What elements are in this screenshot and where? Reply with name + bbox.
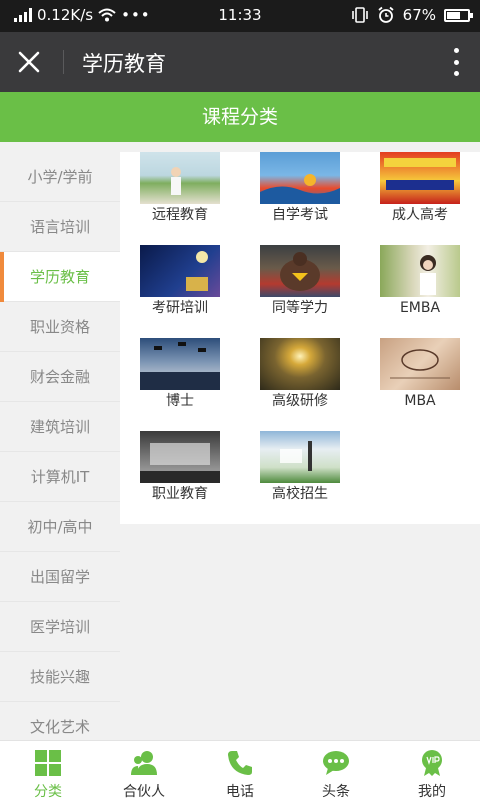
status-bar: 0.12K/s ••• 11:33 67% [0, 0, 480, 32]
vip-badge-icon [422, 750, 442, 776]
title-divider [63, 50, 64, 74]
course-tile-adult-college-exam[interactable]: 成人高考 [360, 152, 480, 242]
sidebar-item-study-abroad[interactable]: 出国留学 [0, 552, 120, 602]
course-thumbnail [140, 245, 220, 297]
course-tile-college-admission[interactable]: 高校招生 [240, 431, 360, 521]
title-bar: 学历教育 [0, 32, 480, 92]
sidebar-item-finance[interactable]: 财会金融 [0, 352, 120, 402]
nav-item-partner[interactable]: 合伙人 [96, 741, 192, 800]
bottom-nav: 分类 合伙人 电话 头条 我的 [0, 740, 480, 800]
alarm-icon [378, 6, 394, 23]
category-sidebar: 小学/学前 语言培训 学历教育 职业资格 财会金融 建筑培训 计算机IT 初中/… [0, 152, 120, 740]
course-label: 职业教育 [152, 486, 208, 502]
nav-label: 合伙人 [123, 784, 165, 800]
vibrate-icon [351, 7, 368, 23]
course-thumbnail [380, 152, 460, 204]
course-tile-vocational-education[interactable]: 职业教育 [120, 431, 240, 521]
course-tile-remote-education[interactable]: 远程教育 [120, 152, 240, 242]
course-tile-mba[interactable]: MBA [360, 338, 480, 428]
course-label: 博士 [166, 393, 194, 409]
sidebar-item-middle-high[interactable]: 初中/高中 [0, 502, 120, 552]
grid-icon [35, 750, 61, 776]
sidebar-item-vocational-cert[interactable]: 职业资格 [0, 302, 120, 352]
sidebar-item-academic[interactable]: 学历教育 [0, 252, 120, 302]
course-tile-equivalent-degree[interactable]: 同等学力 [240, 245, 360, 335]
nav-label: 我的 [418, 784, 446, 800]
close-icon[interactable] [14, 47, 44, 77]
nav-item-phone[interactable]: 电话 [192, 741, 288, 800]
course-label: 自学考试 [272, 207, 328, 223]
course-label: 远程教育 [152, 207, 208, 223]
category-header: 课程分类 [0, 92, 480, 142]
nav-label: 电话 [226, 784, 254, 800]
status-right: 67% [351, 6, 473, 24]
course-thumbnail [260, 431, 340, 483]
page-title: 学历教育 [82, 52, 166, 76]
course-label: 同等学力 [272, 300, 328, 316]
chat-icon [323, 751, 349, 775]
course-grid: 远程教育 自学考试 成人高考 考研培训 同等学力 EMBA 博士 高级研修 MB… [120, 152, 480, 524]
course-tile-postgrad-exam[interactable]: 考研培训 [120, 245, 240, 335]
battery-percent: 67% [402, 6, 436, 24]
course-label: 成人高考 [392, 207, 448, 223]
sidebar-item-skills[interactable]: 技能兴趣 [0, 652, 120, 702]
course-label: 考研培训 [152, 300, 208, 316]
course-tile-advanced-study[interactable]: 高级研修 [240, 338, 360, 428]
course-thumbnail [140, 152, 220, 204]
course-thumbnail [140, 431, 220, 483]
course-thumbnail [380, 338, 460, 390]
nav-item-category[interactable]: 分类 [0, 741, 96, 800]
nav-label: 分类 [34, 784, 62, 800]
nav-label: 头条 [322, 784, 350, 800]
course-tile-doctorate[interactable]: 博士 [120, 338, 240, 428]
sidebar-item-arts[interactable]: 文化艺术 [0, 702, 120, 740]
people-icon [131, 751, 157, 775]
course-tile-self-study-exam[interactable]: 自学考试 [240, 152, 360, 242]
course-label: 高级研修 [272, 393, 328, 409]
nav-item-headlines[interactable]: 头条 [288, 741, 384, 800]
course-thumbnail [260, 152, 340, 204]
more-options-icon[interactable] [452, 48, 460, 76]
nav-item-mine[interactable]: 我的 [384, 741, 480, 800]
course-label: 高校招生 [272, 486, 328, 502]
sidebar-item-medical[interactable]: 医学培训 [0, 602, 120, 652]
sidebar-item-language[interactable]: 语言培训 [0, 202, 120, 252]
course-thumbnail [260, 245, 340, 297]
course-label: MBA [404, 393, 436, 409]
phone-icon [228, 751, 252, 775]
sidebar-item-primary-preschool[interactable]: 小学/学前 [0, 152, 120, 202]
course-thumbnail [140, 338, 220, 390]
course-label: EMBA [399, 300, 441, 316]
course-thumbnail [260, 338, 340, 390]
sidebar-item-computer-it[interactable]: 计算机IT [0, 452, 120, 502]
sidebar-item-construction[interactable]: 建筑培训 [0, 402, 120, 452]
battery-icon [444, 8, 473, 22]
course-tile-emba[interactable]: EMBA [360, 245, 480, 335]
course-thumbnail [380, 245, 460, 297]
